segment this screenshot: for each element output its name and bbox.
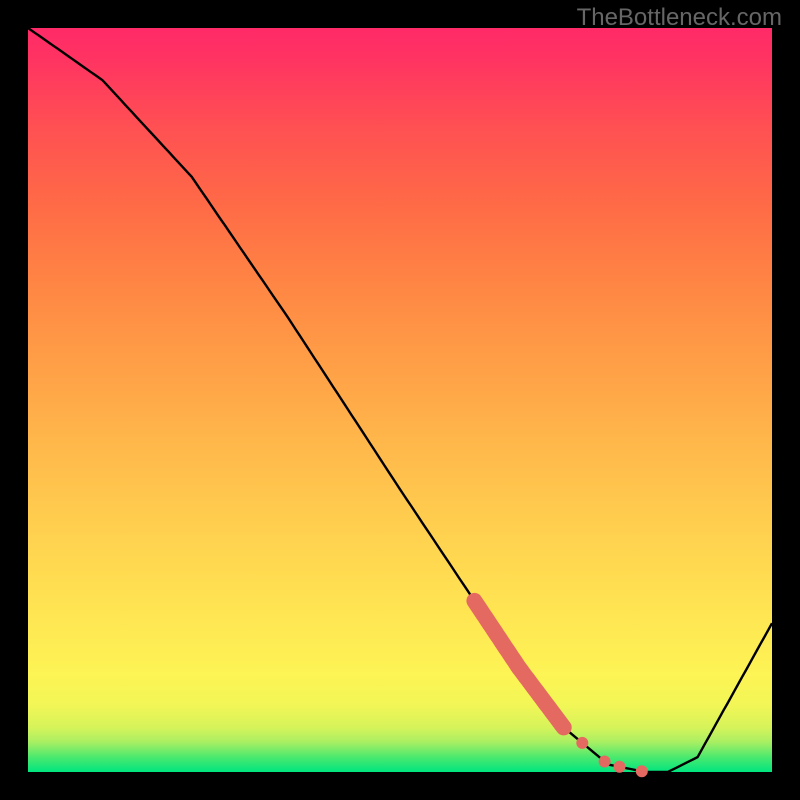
- highlight-dot: [599, 756, 611, 768]
- bottleneck-curve: [28, 28, 772, 772]
- highlight-dot: [636, 765, 648, 777]
- plot-area: [28, 28, 772, 772]
- chart-container: TheBottleneck.com: [0, 0, 800, 800]
- highlight-segment: [474, 601, 563, 728]
- highlight-dot: [614, 761, 626, 773]
- highlight-dots: [576, 737, 648, 777]
- highlight-dot: [576, 737, 588, 749]
- curve-line: [28, 28, 772, 772]
